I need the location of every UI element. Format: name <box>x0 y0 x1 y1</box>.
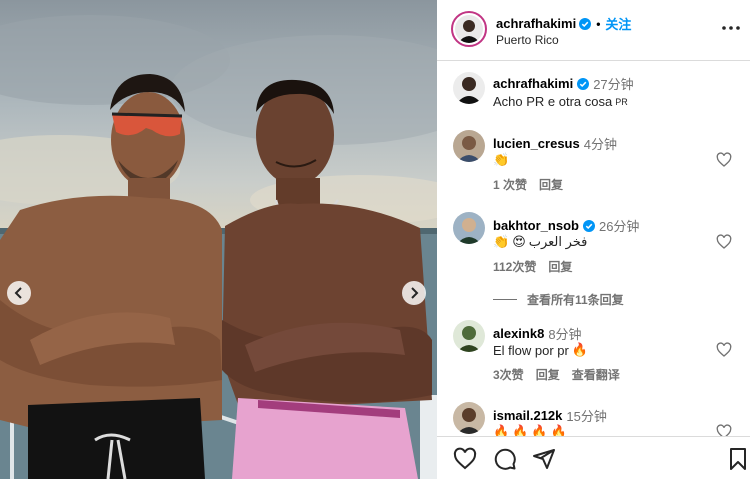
comment-text-row: 👏 😍 فخر العرب <box>493 234 587 250</box>
post-photo <box>0 0 437 479</box>
comment-text: 👏 <box>493 152 509 168</box>
comment-text-row: El flow por pr 🔥 <box>493 342 588 358</box>
photo-image <box>0 15 437 479</box>
fire-icon: 🔥 <box>512 424 529 436</box>
avatar[interactable] <box>451 11 487 47</box>
avatar[interactable] <box>453 130 485 162</box>
comment-time: 4分钟 <box>583 137 617 152</box>
fire-icon: 🔥 <box>493 424 510 436</box>
verified-badge-icon <box>577 77 590 90</box>
more-options-icon[interactable] <box>720 22 742 34</box>
avatar[interactable] <box>453 72 485 104</box>
caption-text-suffix: PR <box>615 96 628 107</box>
caption-text-row: Acho PR e otra cosa PR <box>493 94 628 109</box>
comment-text: El flow por pr <box>493 342 569 358</box>
header-user-row: achrafhakimi • 关注 <box>496 14 631 33</box>
chevron-left-icon <box>14 287 22 299</box>
comment-username[interactable]: lucien_cresus <box>493 136 580 151</box>
comments-list[interactable]: achrafhakimi 27分钟 Acho PR e otra cosa PR… <box>437 62 750 436</box>
avatar[interactable] <box>453 320 485 352</box>
carousel-prev-button[interactable] <box>7 281 31 305</box>
header-username[interactable]: achrafhakimi <box>496 16 576 31</box>
heart-icon[interactable] <box>716 424 732 436</box>
fire-icon: 🔥 <box>531 424 548 436</box>
caption-head: achrafhakimi 27分钟 <box>493 74 634 93</box>
fire-icon: 🔥 <box>571 342 589 357</box>
comment-meta: 1 次赞 回复 <box>493 176 563 193</box>
clapping-hands-icon: 👏 <box>493 152 510 167</box>
comment-username[interactable]: ismail.212k <box>493 408 562 423</box>
comment-head: lucien_cresus 4分钟 <box>493 134 617 153</box>
divider-line <box>493 299 517 300</box>
caption-time: 27分钟 <box>593 77 634 92</box>
heart-icon[interactable] <box>453 447 477 471</box>
reply-button[interactable]: 回复 <box>539 176 563 193</box>
view-replies-button[interactable]: 查看所有11条回复 <box>493 291 624 308</box>
comment-username[interactable]: alexink8 <box>493 326 544 341</box>
verified-badge-icon <box>579 17 592 30</box>
fire-icon: 🔥 <box>550 424 567 436</box>
comment-time: 8分钟 <box>548 327 582 342</box>
caption-text: Acho PR e otra cosa <box>493 94 613 109</box>
reply-button[interactable]: 回复 <box>536 366 560 383</box>
comment-username[interactable]: bakhtor_nsob <box>493 218 579 233</box>
comment-time: 15分钟 <box>566 409 607 424</box>
follow-button[interactable]: 关注 <box>605 14 631 33</box>
bookmark-icon[interactable] <box>726 447 750 471</box>
carousel-next-button[interactable] <box>402 281 426 305</box>
comment-time: 26分钟 <box>598 219 640 234</box>
likes-count[interactable]: 112次赞 <box>493 258 536 275</box>
location-link[interactable]: Puerto Rico <box>496 33 559 47</box>
action-bar <box>437 436 750 479</box>
heart-icon[interactable] <box>716 152 732 168</box>
likes-count[interactable]: 3次赞 <box>493 366 524 383</box>
comment-text: فخر العرب <box>528 234 588 249</box>
comment-icon[interactable] <box>493 447 517 471</box>
caption-username[interactable]: achrafhakimi <box>493 76 573 91</box>
view-replies-label: 查看所有11条回复 <box>527 293 624 307</box>
comment-head: alexink8 8分钟 <box>493 324 582 343</box>
heart-eyes-icon: 😍 <box>512 234 526 249</box>
post-side-pane: achrafhakimi • 关注 Puerto Rico achrafhaki… <box>437 0 750 479</box>
separator-dot: • <box>596 16 601 31</box>
post-header: achrafhakimi • 关注 Puerto Rico <box>437 0 750 61</box>
avatar[interactable] <box>453 402 485 434</box>
comment-head: ismail.212k 15分钟 <box>493 406 607 425</box>
share-icon[interactable] <box>532 447 556 471</box>
comment-meta: 3次赞 回复 查看翻译 <box>493 366 620 383</box>
comment-meta: 112次赞 回复 <box>493 258 572 275</box>
comment-head: bakhtor_nsob 26分钟 <box>493 216 639 235</box>
avatar[interactable] <box>453 212 485 244</box>
verified-badge-icon <box>582 219 595 232</box>
likes-count[interactable]: 1 次赞 <box>493 176 527 193</box>
heart-icon[interactable] <box>716 342 732 358</box>
chevron-right-icon <box>411 287 419 299</box>
clapping-hands-icon: 👏 <box>493 234 510 249</box>
translate-button[interactable]: 查看翻译 <box>572 366 620 383</box>
reply-button[interactable]: 回复 <box>548 258 572 275</box>
heart-icon[interactable] <box>716 234 732 250</box>
comment-text-row: 🔥 🔥 🔥 🔥 <box>493 424 567 436</box>
